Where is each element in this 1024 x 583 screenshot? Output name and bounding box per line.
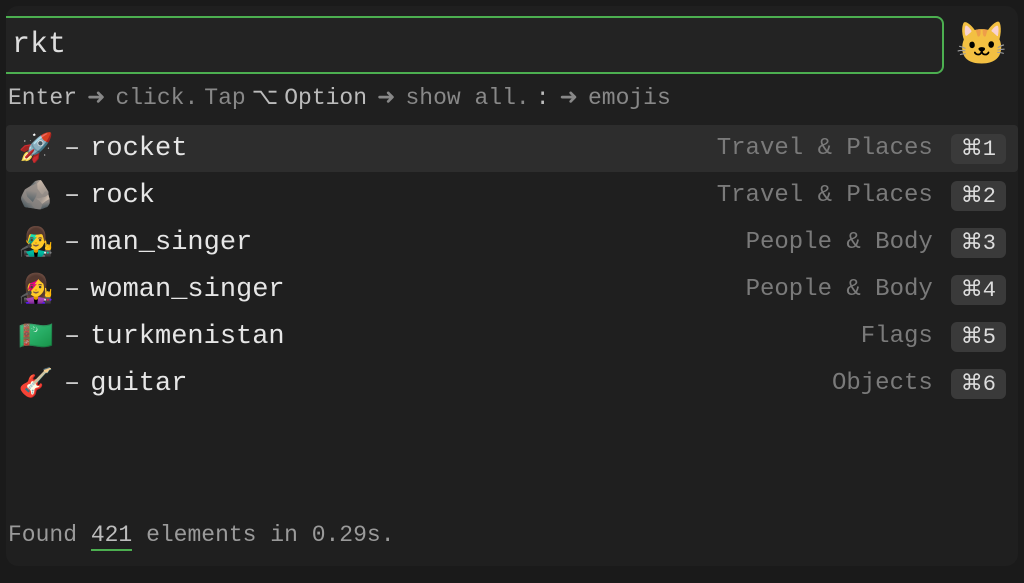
result-category: Travel & Places (717, 182, 933, 209)
result-emoji-icon: 🪨 (18, 178, 54, 213)
status-prefix: Found (8, 522, 77, 548)
hint-emojis: emojis (588, 85, 671, 111)
hint-option: Option (284, 85, 367, 111)
result-category: Flags (861, 323, 933, 350)
dash: – (64, 322, 80, 352)
arrow-icon: ➜ (560, 85, 578, 111)
dash: – (64, 369, 80, 399)
dash: – (64, 181, 80, 211)
arrow-icon: ➜ (377, 85, 395, 111)
result-shortcut: ⌘5 (951, 322, 1006, 352)
result-row[interactable]: 🇹🇲–turkmenistan Flags ⌘5 (6, 313, 1018, 360)
result-emoji-icon: 🚀 (18, 131, 54, 166)
result-row[interactable]: 👨‍🎤–man_singer People & Body ⌘3 (6, 219, 1018, 266)
hint-tap: Tap (204, 85, 245, 111)
status-time: 0.29s. (312, 522, 395, 548)
result-shortcut: ⌘4 (951, 275, 1006, 305)
result-emoji-icon: 👩‍🎤 (18, 272, 54, 307)
dash: – (64, 134, 80, 164)
arrow-icon: ➜ (87, 85, 105, 111)
result-emoji-icon: 🎸 (18, 366, 54, 401)
hint-colon: : (536, 85, 550, 111)
result-category: People & Body (746, 276, 933, 303)
dash: – (64, 275, 80, 305)
result-shortcut: ⌘1 (951, 134, 1006, 164)
results-list: 🚀–rocketTravel & Places⌘1🪨–rockTravel & … (6, 125, 1018, 407)
hint-option-sym: ⌥ (252, 84, 279, 111)
search-panel: 🐱 Enter ➜ click. Tap ⌥ Option ➜ show all… (6, 6, 1018, 566)
result-name: woman_singer (90, 275, 284, 305)
result-name: rock (90, 181, 155, 211)
dash: – (64, 228, 80, 258)
result-name: rocket (90, 134, 187, 164)
result-emoji-icon: 🇹🇲 (18, 319, 54, 354)
result-row[interactable]: 👩‍🎤–woman_singer People & Body ⌘4 (6, 266, 1018, 313)
hint-enter: Enter (8, 85, 77, 111)
result-category: Objects (832, 370, 933, 397)
search-input[interactable] (6, 16, 944, 74)
status-bar: Found 421 elements in 0.29s. (8, 522, 395, 548)
avatar-icon: 🐱 (956, 19, 1008, 71)
result-emoji-icon: 👨‍🎤 (18, 225, 54, 260)
hint-click: click. (115, 85, 198, 111)
search-row: 🐱 (6, 6, 1018, 74)
result-shortcut: ⌘3 (951, 228, 1006, 258)
result-category: People & Body (746, 229, 933, 256)
result-row[interactable]: 🎸–guitar Objects ⌘6 (6, 360, 1018, 407)
result-shortcut: ⌘6 (951, 369, 1006, 399)
result-name: guitar (90, 369, 187, 399)
hint-showall: show all. (405, 85, 529, 111)
result-name: man_singer (90, 228, 252, 258)
result-row[interactable]: 🚀–rocket Travel & Places ⌘1 (6, 125, 1018, 172)
hint-bar: Enter ➜ click. Tap ⌥ Option ➜ show all. … (6, 74, 1018, 125)
status-count: 421 (91, 522, 132, 551)
result-name: turkmenistan (90, 322, 284, 352)
result-category: Travel & Places (717, 135, 933, 162)
status-mid: elements in (146, 522, 298, 548)
result-row[interactable]: 🪨–rock Travel & Places ⌘2 (6, 172, 1018, 219)
result-shortcut: ⌘2 (951, 181, 1006, 211)
